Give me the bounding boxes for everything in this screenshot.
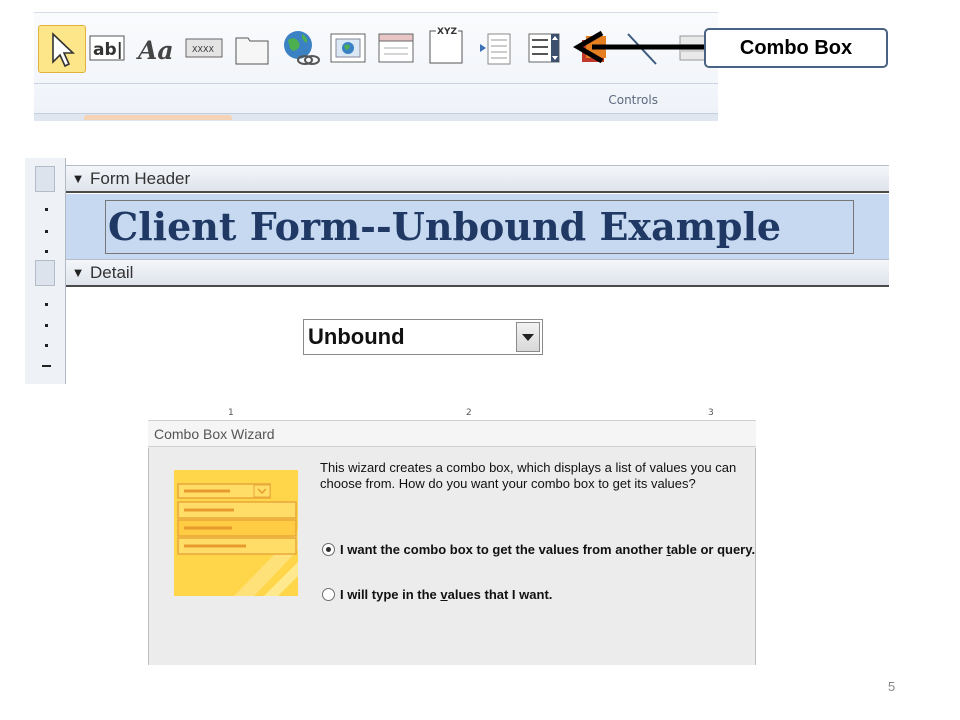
svg-text:XXXX: XXXX bbox=[192, 45, 214, 54]
insert-page-break-icon[interactable] bbox=[474, 28, 514, 68]
ribbon-separator bbox=[34, 83, 718, 84]
option-label: I want the combo box to get the values f… bbox=[340, 542, 756, 557]
option-label: I will type in the values that I want. bbox=[340, 587, 553, 602]
detail-bar[interactable]: ▼ Detail bbox=[66, 259, 889, 287]
section-chevron-icon: ▼ bbox=[71, 171, 85, 186]
navigation-control-icon[interactable] bbox=[376, 28, 416, 68]
vertical-ruler bbox=[25, 158, 66, 384]
svg-text:ab|: ab| bbox=[93, 40, 123, 60]
section-selector-detail[interactable] bbox=[35, 260, 55, 286]
button-icon[interactable]: XXXX bbox=[184, 28, 224, 68]
hyperlink-icon[interactable] bbox=[280, 28, 320, 68]
select-pointer-icon[interactable] bbox=[38, 25, 86, 73]
svg-text:XYZ: XYZ bbox=[437, 27, 457, 37]
form-title-label[interactable]: Client Form--Unbound Example bbox=[105, 200, 854, 254]
detail-label: Detail bbox=[90, 262, 134, 282]
section-selector-header[interactable] bbox=[35, 166, 55, 192]
web-browser-control-icon[interactable] bbox=[328, 28, 368, 68]
radio-button[interactable] bbox=[322, 588, 335, 601]
horizontal-ruler: 1 2 3 bbox=[148, 408, 756, 421]
wizard-title: Combo Box Wizard bbox=[148, 421, 756, 447]
combo-box-wizard: 1 2 3 Combo Box Wizard This wizard creat… bbox=[148, 408, 756, 665]
form-header-bar[interactable]: ▼ Form Header bbox=[66, 165, 889, 193]
document-tab-strip bbox=[34, 113, 718, 121]
controls-group-label: Controls bbox=[608, 93, 658, 107]
label-icon[interactable]: Aa bbox=[136, 28, 176, 68]
callout-arrow-icon bbox=[573, 30, 708, 64]
svg-text:Aa: Aa bbox=[136, 36, 174, 65]
radio-button-selected[interactable] bbox=[322, 543, 335, 556]
dropdown-button[interactable] bbox=[516, 322, 540, 352]
option-type-values[interactable]: I will type in the values that I want. bbox=[322, 587, 552, 603]
option-group-icon[interactable]: XYZ bbox=[426, 23, 466, 64]
form-header-label: Form Header bbox=[90, 168, 191, 188]
form-design-view: ▼ Form Header Client Form--Unbound Examp… bbox=[25, 158, 889, 384]
combo-box-callout: Combo Box bbox=[704, 28, 888, 68]
combo-box-icon[interactable] bbox=[524, 28, 564, 68]
text-box-icon[interactable]: ab| bbox=[88, 28, 128, 68]
ruler-tick bbox=[45, 344, 48, 347]
ruler-tick bbox=[45, 324, 48, 327]
ruler-tick bbox=[45, 250, 48, 253]
ruler-tick bbox=[45, 230, 48, 233]
ribbon-controls-strip: ab| Aa XXXX XYZ Controls bbox=[34, 12, 718, 121]
tab-control-icon[interactable] bbox=[232, 28, 272, 68]
ruler-tick bbox=[45, 208, 48, 211]
ruler-mark bbox=[42, 365, 51, 367]
ruler-tick bbox=[45, 303, 48, 306]
ruler-mark: 3 bbox=[708, 408, 714, 418]
combo-box-illustration-icon bbox=[174, 470, 298, 596]
ruler-mark: 1 bbox=[228, 408, 234, 418]
page-number: 5 bbox=[888, 679, 896, 694]
combo-value: Unbound bbox=[308, 324, 405, 349]
option-from-table[interactable]: I want the combo box to get the values f… bbox=[322, 542, 755, 558]
section-chevron-icon: ▼ bbox=[71, 265, 85, 280]
unbound-combo-box[interactable]: Unbound bbox=[303, 319, 543, 355]
chevron-down-icon bbox=[522, 333, 534, 341]
ruler-mark: 2 bbox=[466, 408, 472, 418]
wizard-description: This wizard creates a combo box, which d… bbox=[320, 460, 737, 491]
document-tab[interactable] bbox=[84, 115, 232, 120]
